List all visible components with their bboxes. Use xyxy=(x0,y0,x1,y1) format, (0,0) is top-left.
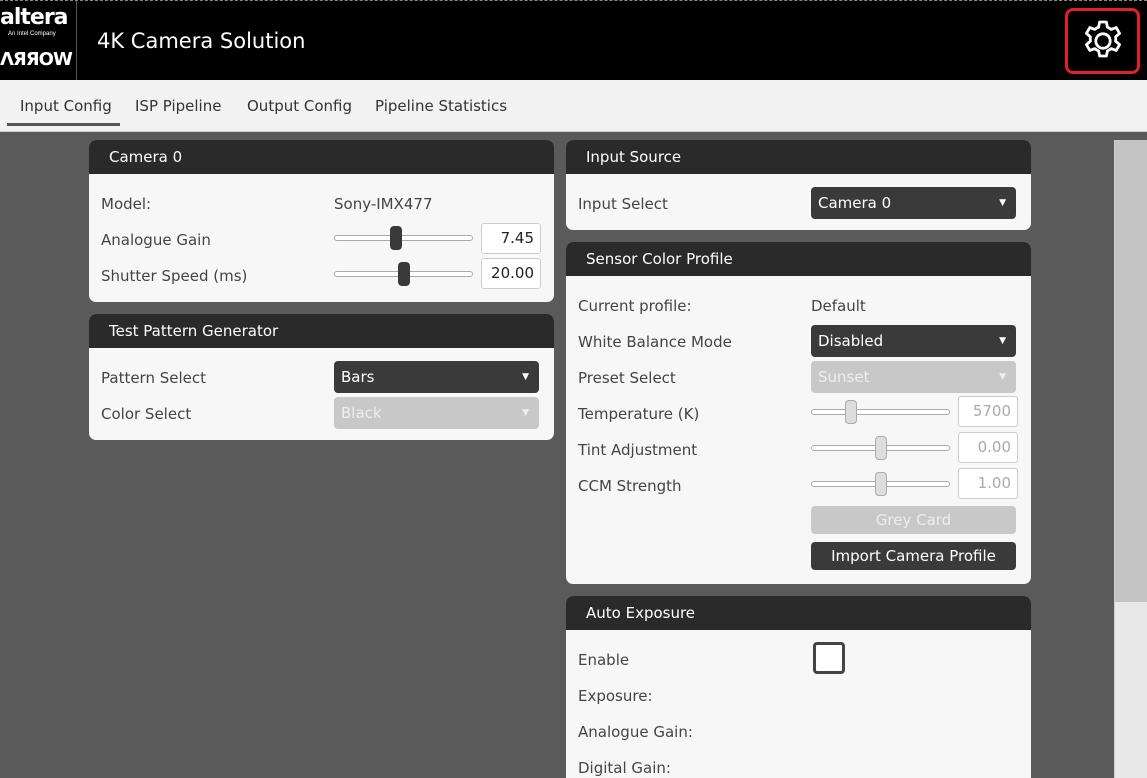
input-source-title: Input Source xyxy=(566,140,1031,174)
auto-exposure-title: Auto Exposure xyxy=(566,596,1031,630)
chevron-down-icon: ▼ xyxy=(999,336,1006,346)
settings-button[interactable] xyxy=(1065,8,1140,74)
pattern-select[interactable]: Bars ▼ xyxy=(334,361,539,393)
current-profile-value: Default xyxy=(811,297,866,315)
sensor-color-profile-panel: Sensor Color Profile Current profile: De… xyxy=(566,242,1031,584)
chevron-down-icon: ▼ xyxy=(522,372,529,382)
shutter-speed-label: Shutter Speed (ms) xyxy=(101,267,248,285)
app-title: 4K Camera Solution xyxy=(97,29,306,53)
ccm-slider[interactable] xyxy=(811,472,950,496)
pattern-select-value: Bars xyxy=(341,368,375,386)
logo-arrow-text: ΛЯЯOW xyxy=(0,49,73,70)
chevron-down-icon: ▼ xyxy=(522,408,529,418)
tint-adjustment-label: Tint Adjustment xyxy=(578,441,698,459)
enable-label: Enable xyxy=(578,651,630,669)
slider-knob[interactable] xyxy=(398,262,410,286)
auto-exposure-panel: Auto Exposure Enable Exposure: Analogue … xyxy=(566,596,1031,778)
exposure-label: Exposure: xyxy=(578,687,653,705)
chevron-down-icon: ▼ xyxy=(999,198,1006,208)
scrollbar-thumb[interactable] xyxy=(1115,140,1147,602)
color-select-value: Black xyxy=(341,404,382,422)
import-camera-profile-button[interactable]: Import Camera Profile xyxy=(811,542,1016,570)
tint-input[interactable]: 0.00 xyxy=(958,432,1018,463)
tab-pipeline-statistics[interactable]: Pipeline Statistics xyxy=(375,97,507,115)
color-select-label: Color Select xyxy=(101,405,192,423)
input-select-label: Input Select xyxy=(578,195,668,213)
camera0-panel: Camera 0 Model: Sony-IMX477 Analogue Gai… xyxy=(89,140,554,302)
model-value: Sony-IMX477 xyxy=(334,195,433,213)
test-pattern-panel: Test Pattern Generator Pattern Select Ba… xyxy=(89,314,554,440)
ccm-strength-label: CCM Strength xyxy=(578,477,682,495)
slider-knob[interactable] xyxy=(390,226,402,250)
shutter-speed-input[interactable]: 20.00 xyxy=(481,258,541,289)
vertical-scrollbar[interactable] xyxy=(1114,140,1147,778)
input-select[interactable]: Camera 0 ▼ xyxy=(811,187,1016,219)
current-profile-label: Current profile: xyxy=(578,297,692,315)
analogue-gain-slider[interactable] xyxy=(334,226,473,250)
analogue-gain-label: Analogue Gain xyxy=(101,231,211,249)
color-select[interactable]: Black ▼ xyxy=(334,397,539,429)
gear-icon xyxy=(1084,20,1121,58)
enable-checkbox[interactable] xyxy=(813,642,845,674)
camera0-title: Camera 0 xyxy=(89,140,554,174)
chevron-down-icon: ▼ xyxy=(999,372,1006,382)
input-source-panel: Input Source Input Select Camera 0 ▼ xyxy=(566,140,1031,230)
preset-select-label: Preset Select xyxy=(578,369,676,387)
ccm-input[interactable]: 1.00 xyxy=(958,468,1018,499)
pattern-select-label: Pattern Select xyxy=(101,369,207,387)
test-pattern-title: Test Pattern Generator xyxy=(89,314,554,348)
slider-knob[interactable] xyxy=(845,400,857,424)
preset-select[interactable]: Sunset ▼ xyxy=(811,361,1016,393)
ae-analogue-gain-label: Analogue Gain: xyxy=(578,723,693,741)
tint-slider[interactable] xyxy=(811,436,950,460)
sensor-profile-title: Sensor Color Profile xyxy=(566,242,1031,276)
white-balance-select[interactable]: Disabled ▼ xyxy=(811,325,1016,357)
tab-isp-pipeline[interactable]: ISP Pipeline xyxy=(135,97,221,115)
app-header: altera An Intel Company ΛЯЯOW 4K Camera … xyxy=(0,0,1147,81)
logo-intel-text: An Intel Company xyxy=(8,31,56,37)
white-balance-value: Disabled xyxy=(818,332,884,350)
grey-card-button[interactable]: Grey Card xyxy=(811,506,1016,534)
tab-output-config[interactable]: Output Config xyxy=(247,97,352,115)
slider-knob[interactable] xyxy=(875,472,887,496)
tab-bar: Input Config ISP Pipeline Output Config … xyxy=(0,80,1147,132)
digital-gain-label: Digital Gain: xyxy=(578,759,671,777)
preset-select-value: Sunset xyxy=(818,368,870,386)
tab-input-config[interactable]: Input Config xyxy=(7,97,120,126)
model-label: Model: xyxy=(101,195,152,213)
analogue-gain-input[interactable]: 7.45 xyxy=(481,223,541,254)
slider-knob[interactable] xyxy=(875,436,887,460)
white-balance-label: White Balance Mode xyxy=(578,333,732,351)
temperature-slider[interactable] xyxy=(811,400,950,424)
altera-logo: altera An Intel Company ΛЯЯOW xyxy=(0,1,77,81)
logo-altera-text: altera xyxy=(0,5,69,30)
temperature-label: Temperature (K) xyxy=(578,405,700,423)
temperature-input[interactable]: 5700 xyxy=(958,396,1018,427)
input-select-value: Camera 0 xyxy=(818,194,892,212)
shutter-speed-slider[interactable] xyxy=(334,262,473,286)
